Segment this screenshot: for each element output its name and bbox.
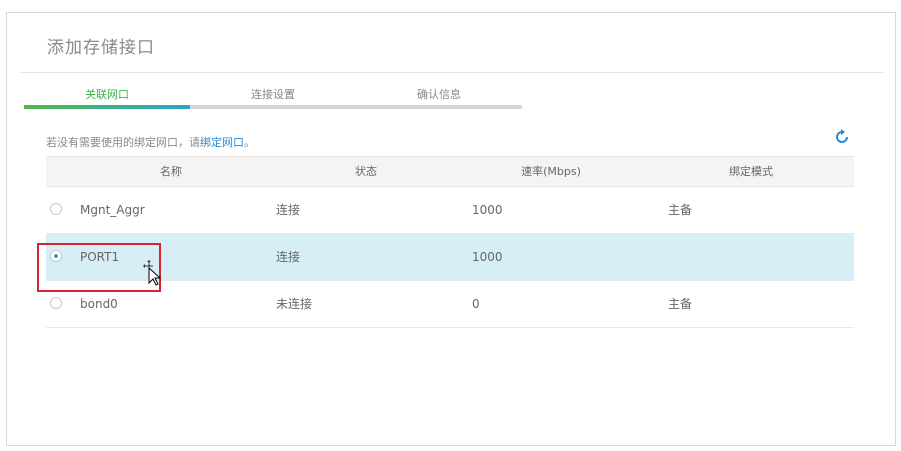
hint-suffix: 。 — [244, 136, 255, 149]
row-radio[interactable] — [50, 203, 62, 215]
table-row[interactable]: Mgnt_Aggr 连接 1000 主备 — [46, 187, 854, 234]
wizard-progress-fill — [24, 105, 190, 109]
port-status: 连接 — [276, 203, 301, 217]
column-header-bind-mode: 绑定模式 — [729, 165, 773, 178]
refresh-icon[interactable] — [833, 128, 851, 146]
step-confirm-info[interactable]: 确认信息 — [356, 86, 522, 102]
port-table: 名称 状态 速率(Mbps) 绑定模式 Mgnt_Aggr 连接 1000 主备… — [46, 156, 854, 328]
wizard-steps: 关联网口 连接设置 确认信息 — [24, 86, 522, 113]
port-status: 连接 — [276, 250, 301, 264]
port-speed: 1000 — [472, 203, 503, 217]
port-name: Mgnt_Aggr — [80, 203, 145, 217]
hint-text: 若没有需要使用的绑定网口，请 — [46, 136, 200, 149]
column-header-speed: 速率(Mbps) — [521, 165, 581, 178]
table-header: 名称 状态 速率(Mbps) 绑定模式 — [46, 156, 854, 187]
table-row[interactable]: bond0 未连接 0 主备 — [46, 281, 854, 328]
title-divider — [21, 72, 883, 73]
bind-port-link[interactable]: 绑定网口 — [200, 136, 244, 149]
port-speed: 1000 — [472, 250, 503, 264]
port-bind-mode: 主备 — [668, 203, 693, 217]
step-connection-settings[interactable]: 连接设置 — [190, 86, 356, 102]
table-row[interactable]: PORT1 连接 1000 — [46, 234, 854, 281]
move-cursor-icon — [143, 260, 162, 286]
dialog-title: 添加存储接口 — [47, 38, 155, 58]
row-radio[interactable] — [50, 297, 62, 309]
port-status: 未连接 — [276, 297, 313, 311]
port-speed: 0 — [472, 297, 480, 311]
step-associate-port[interactable]: 关联网口 — [24, 86, 190, 102]
wizard-progress-track — [24, 105, 522, 109]
bind-port-hint: 若没有需要使用的绑定网口，请绑定网口。 — [46, 134, 255, 150]
port-bind-mode: 主备 — [668, 297, 693, 311]
